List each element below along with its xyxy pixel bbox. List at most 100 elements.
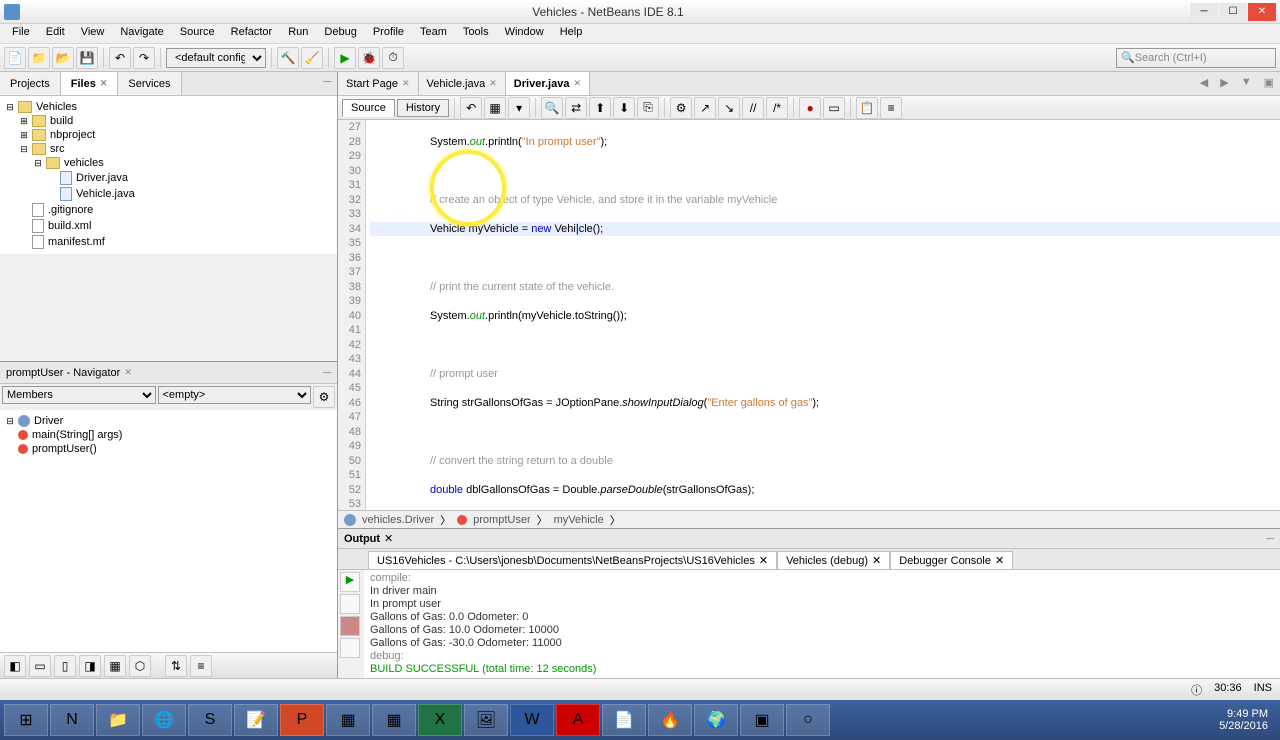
minimize-pane-icon[interactable]: ─ bbox=[323, 367, 331, 379]
nav-btn-3[interactable]: ▯ bbox=[54, 655, 76, 677]
tree-nbproject[interactable]: ⊞nbproject bbox=[18, 128, 333, 142]
menu-run[interactable]: Run bbox=[280, 24, 316, 43]
nav-btn-8[interactable]: ≡ bbox=[190, 655, 212, 677]
nav-class[interactable]: ⊟Driver bbox=[4, 414, 333, 428]
menu-window[interactable]: Window bbox=[497, 24, 552, 43]
menu-view[interactable]: View bbox=[73, 24, 113, 43]
task-onenote[interactable]: N bbox=[50, 704, 94, 736]
ed-btn-12[interactable]: // bbox=[742, 97, 764, 119]
new-file-button[interactable]: 📄 bbox=[4, 47, 26, 69]
bc-method[interactable]: promptUser bbox=[473, 514, 530, 526]
ed-btn-3[interactable]: ▾ bbox=[508, 97, 530, 119]
ed-btn-14[interactable]: ▭ bbox=[823, 97, 845, 119]
output-tab-2[interactable]: Vehicles (debug)✕ bbox=[777, 551, 890, 569]
nav-btn-5[interactable]: ▦ bbox=[104, 655, 126, 677]
out-btn-4[interactable] bbox=[340, 638, 360, 658]
ed-btn-7[interactable]: ⬇ bbox=[613, 97, 635, 119]
ed-btn-8[interactable]: ⎘ bbox=[637, 97, 659, 119]
menu-tools[interactable]: Tools bbox=[455, 24, 497, 43]
tab-list-icon[interactable]: ▼ bbox=[1235, 72, 1258, 95]
menu-profile[interactable]: Profile bbox=[365, 24, 412, 43]
code-editor[interactable]: 2728293031323334353637383940414243444546… bbox=[338, 120, 1280, 510]
menu-team[interactable]: Team bbox=[412, 24, 455, 43]
run-button[interactable]: ▶ bbox=[334, 47, 356, 69]
nav-main[interactable]: main(String[] args) bbox=[18, 428, 333, 442]
open-button[interactable]: 📂 bbox=[52, 47, 74, 69]
tree-build[interactable]: ⊞build bbox=[18, 114, 333, 128]
menu-help[interactable]: Help bbox=[552, 24, 591, 43]
task-powerpoint[interactable]: P bbox=[280, 704, 324, 736]
tab-driver-java[interactable]: Driver.java✕ bbox=[506, 72, 590, 95]
ed-btn-1[interactable]: ↶ bbox=[460, 97, 482, 119]
tree-pkg[interactable]: ⊟vehicles bbox=[32, 156, 333, 170]
task-netbeans[interactable]: ▣ bbox=[740, 704, 784, 736]
tab-projects[interactable]: Projects bbox=[0, 72, 61, 95]
ed-btn-5[interactable]: ⇄ bbox=[565, 97, 587, 119]
output-tab-3[interactable]: Debugger Console✕ bbox=[890, 551, 1013, 569]
profile-button[interactable]: ⏱ bbox=[382, 47, 404, 69]
task-explorer[interactable]: 📁 bbox=[96, 704, 140, 736]
out-run-icon[interactable]: ▶ bbox=[340, 572, 360, 592]
ed-btn-16[interactable]: ≡ bbox=[880, 97, 902, 119]
task-app4[interactable]: 🌍 bbox=[694, 704, 738, 736]
nav-prompt[interactable]: promptUser() bbox=[18, 442, 333, 456]
nav-btn-1[interactable]: ◧ bbox=[4, 655, 26, 677]
menu-edit[interactable]: Edit bbox=[38, 24, 73, 43]
task-app3[interactable]: 📄 bbox=[602, 704, 646, 736]
close-icon[interactable]: ✕ bbox=[402, 78, 410, 89]
debug-button[interactable]: 🐞 bbox=[358, 47, 380, 69]
tab-files[interactable]: Files✕ bbox=[61, 72, 119, 95]
maximize-icon[interactable]: ▣ bbox=[1258, 72, 1280, 95]
new-project-button[interactable]: 📁 bbox=[28, 47, 50, 69]
minimize-pane-icon[interactable]: ─ bbox=[317, 72, 337, 95]
tree-src[interactable]: ⊟src bbox=[18, 142, 333, 156]
menu-navigate[interactable]: Navigate bbox=[112, 24, 171, 43]
tree-manifest[interactable]: manifest.mf bbox=[18, 234, 333, 250]
ed-btn-15[interactable]: 📋 bbox=[856, 97, 878, 119]
task-notepad[interactable]: 📝 bbox=[234, 704, 278, 736]
task-word[interactable]: W bbox=[510, 704, 554, 736]
menu-refactor[interactable]: Refactor bbox=[223, 24, 281, 43]
ed-btn-9[interactable]: ⚙ bbox=[670, 97, 692, 119]
output-text[interactable]: compile: In driver main In prompt user G… bbox=[364, 570, 1280, 678]
maximize-button[interactable]: ☐ bbox=[1219, 3, 1247, 21]
ed-btn-6[interactable]: ⬆ bbox=[589, 97, 611, 119]
mode-source[interactable]: Source bbox=[342, 99, 395, 117]
mode-history[interactable]: History bbox=[397, 99, 449, 117]
members-select[interactable]: Members bbox=[2, 386, 156, 404]
search-input[interactable]: 🔍 Search (Ctrl+I) bbox=[1116, 48, 1276, 68]
tab-nav-left-icon[interactable]: ◀ bbox=[1194, 72, 1214, 95]
output-tab-1[interactable]: US16Vehicles - C:\Users\jonesb\Documents… bbox=[368, 551, 777, 569]
redo-button[interactable]: ↷ bbox=[133, 47, 155, 69]
undo-button[interactable]: ↶ bbox=[109, 47, 131, 69]
tree-buildxml[interactable]: build.xml bbox=[18, 218, 333, 234]
close-icon[interactable]: ✕ bbox=[573, 78, 581, 89]
start-button[interactable]: ⊞ bbox=[4, 704, 48, 736]
tree-gitignore[interactable]: .gitignore bbox=[18, 202, 333, 218]
ed-btn-4[interactable]: 🔍 bbox=[541, 97, 563, 119]
tab-nav-right-icon[interactable]: ▶ bbox=[1214, 72, 1234, 95]
task-photos[interactable]: 🖼 bbox=[464, 704, 508, 736]
task-acrobat[interactable]: A bbox=[556, 704, 600, 736]
close-icon[interactable]: ✕ bbox=[995, 554, 1004, 567]
close-icon[interactable]: ✕ bbox=[384, 532, 393, 545]
save-all-button[interactable]: 💾 bbox=[76, 47, 98, 69]
task-firefox[interactable]: 🔥 bbox=[648, 704, 692, 736]
tree-root[interactable]: ⊟Vehicles bbox=[4, 100, 333, 114]
close-icon[interactable]: ✕ bbox=[100, 78, 108, 89]
tab-services[interactable]: Services bbox=[118, 72, 181, 95]
nav-btn-7[interactable]: ⇅ bbox=[165, 655, 187, 677]
close-icon[interactable]: ✕ bbox=[872, 554, 881, 567]
menu-source[interactable]: Source bbox=[172, 24, 223, 43]
task-app2[interactable]: ▦ bbox=[372, 704, 416, 736]
system-tray[interactable]: 9:49 PM5/28/2016 bbox=[1211, 708, 1276, 732]
bc-class[interactable]: vehicles.Driver bbox=[362, 514, 434, 526]
menu-file[interactable]: File bbox=[4, 24, 38, 43]
task-chrome[interactable]: 🌐 bbox=[142, 704, 186, 736]
close-icon[interactable]: ✕ bbox=[489, 78, 497, 89]
filter-icon[interactable]: ⚙ bbox=[313, 386, 335, 408]
nav-btn-4[interactable]: ◨ bbox=[79, 655, 101, 677]
ed-btn-2[interactable]: ▦ bbox=[484, 97, 506, 119]
minimize-button[interactable]: ─ bbox=[1190, 3, 1218, 21]
code-area[interactable]: System.out.println("In prompt user"); //… bbox=[366, 120, 1280, 510]
